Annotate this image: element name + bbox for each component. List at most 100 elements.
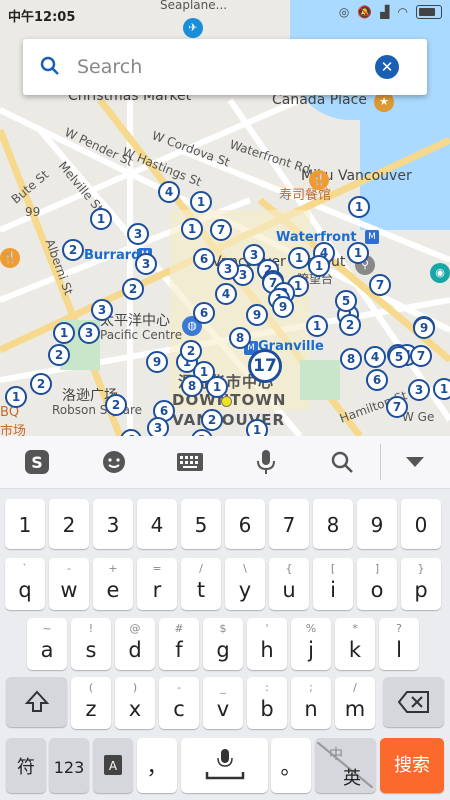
bus-stop-marker[interactable]: 8 (229, 327, 251, 349)
key-a[interactable]: ~ a (27, 618, 67, 670)
bus-stop-marker[interactable]: 8 (181, 375, 203, 397)
key-x[interactable]: ) x (115, 677, 155, 729)
restaurant-icon[interactable]: 🍴 (0, 248, 20, 268)
camera-icon[interactable]: ◉ (430, 263, 450, 283)
bus-stop-marker[interactable]: 1 (190, 191, 212, 213)
bus-stop-marker[interactable]: 8 (340, 348, 362, 370)
bus-stop-marker[interactable]: 3 (408, 379, 430, 401)
key-6[interactable]: 6 (225, 499, 265, 549)
key-1[interactable]: 1 (5, 499, 45, 549)
bus-stop-cluster-marker[interactable]: 17 (248, 349, 282, 383)
key-0[interactable]: 0 (401, 499, 441, 549)
bus-stop-marker[interactable]: 1 (206, 376, 228, 398)
key-7[interactable]: 7 (269, 499, 309, 549)
bus-stop-marker[interactable]: 4 (215, 283, 237, 305)
bus-stop-marker[interactable]: 1 (181, 218, 203, 240)
numbers-key[interactable]: 123 (49, 738, 89, 793)
shift-key[interactable] (6, 677, 67, 727)
key-8[interactable]: 8 (313, 499, 353, 549)
language-switch-key[interactable]: 中 英 (315, 738, 376, 793)
bus-stop-marker[interactable]: 1 (5, 386, 27, 408)
bus-stop-marker[interactable]: 5 (335, 290, 357, 312)
key-l[interactable]: ? l (379, 618, 419, 670)
key-i[interactable]: [i (313, 558, 353, 610)
key-2[interactable]: 2 (49, 499, 89, 549)
comma-key[interactable]: ， (137, 738, 177, 793)
search-input[interactable] (75, 51, 359, 83)
microphone-icon[interactable] (251, 448, 281, 476)
clipboard-key[interactable]: A (93, 738, 133, 793)
bus-stop-marker[interactable]: 3 (217, 258, 239, 280)
bus-stop-marker[interactable]: 1 (288, 247, 310, 269)
bus-stop-marker[interactable]: 1 (308, 255, 330, 277)
bus-stop-marker[interactable]: 3 (147, 417, 169, 436)
backspace-key[interactable] (383, 677, 444, 727)
key-p[interactable]: } p (401, 558, 441, 610)
bus-stop-marker[interactable]: 3 (78, 322, 100, 344)
key-g[interactable]: $ g (203, 618, 243, 670)
bus-stop-marker[interactable]: 6 (193, 302, 215, 324)
bus-stop-marker[interactable]: 3 (135, 253, 157, 275)
bus-stop-marker[interactable]: 5 (388, 346, 410, 368)
restaurant-icon[interactable]: 🍴 (309, 170, 329, 190)
bus-stop-marker[interactable]: 4 (158, 181, 180, 203)
key-u[interactable]: {u (269, 558, 309, 610)
bus-stop-marker[interactable]: 9 (146, 351, 168, 373)
bus-stop-marker[interactable]: 2 (201, 409, 223, 431)
bus-stop-marker[interactable]: 7 (369, 274, 391, 296)
bus-stop-marker[interactable]: 1 (53, 322, 75, 344)
bus-stop-marker[interactable]: 1 (348, 196, 370, 218)
key-w[interactable]: -w (49, 558, 89, 610)
bus-stop-marker[interactable]: 2 (105, 394, 127, 416)
bus-stop-marker[interactable]: 9 (272, 296, 294, 318)
search-bar[interactable]: ✕ (23, 39, 427, 95)
bus-stop-marker[interactable]: 1 (306, 315, 328, 337)
clear-search-button[interactable]: ✕ (375, 55, 399, 79)
bus-stop-marker[interactable]: 2 (339, 314, 361, 336)
collapse-keyboard-icon[interactable] (400, 448, 430, 476)
key-j[interactable]: % j (291, 618, 331, 670)
keyboard-layout-icon[interactable] (175, 448, 205, 476)
bus-stop-marker[interactable]: 1 (433, 378, 450, 400)
bus-stop-marker[interactable]: 7 (210, 219, 232, 241)
emoji-icon[interactable] (99, 448, 129, 476)
bus-stop-marker[interactable]: 3 (91, 299, 113, 321)
key-k[interactable]: * k (335, 618, 375, 670)
bus-stop-marker[interactable]: 2 (48, 344, 70, 366)
key-m[interactable]: / m (335, 677, 375, 729)
sogou-logo-icon[interactable]: S (22, 448, 52, 476)
key-t[interactable]: / t (181, 558, 221, 610)
key-s[interactable]: ! s (71, 618, 111, 670)
key-d[interactable]: @ d (115, 618, 155, 670)
bus-stop-marker[interactable]: 2 (180, 340, 202, 362)
transit-icon[interactable]: M (365, 230, 379, 244)
bus-stop-marker[interactable]: 6 (193, 248, 215, 270)
bus-stop-marker[interactable]: 9 (246, 304, 268, 326)
key-b[interactable]: :b (247, 677, 287, 729)
bus-stop-marker[interactable]: 9 (413, 317, 435, 339)
bus-stop-marker[interactable]: 3 (127, 223, 149, 245)
period-key[interactable]: 。 (271, 738, 311, 793)
search-icon[interactable] (327, 448, 357, 476)
key-q[interactable]: ` q (5, 558, 45, 610)
bus-stop-marker[interactable]: 6 (366, 369, 388, 391)
key-v[interactable]: _ v (203, 677, 243, 729)
bus-stop-marker[interactable]: 2 (30, 373, 52, 395)
symbols-key[interactable]: 符 (6, 738, 46, 793)
bus-stop-marker[interactable]: 1 (347, 242, 369, 264)
space-key[interactable] (181, 738, 268, 793)
bus-stop-marker[interactable]: 2 (122, 278, 144, 300)
bus-stop-marker[interactable]: 4 (364, 346, 386, 368)
key-r[interactable]: = r (137, 558, 177, 610)
landmark-icon[interactable]: ★ (374, 92, 394, 112)
key-n[interactable]: ; n (291, 677, 331, 729)
bus-stop-marker[interactable]: 1 (90, 208, 112, 230)
key-5[interactable]: 5 (181, 499, 221, 549)
bus-stop-marker[interactable]: 7 (386, 396, 408, 418)
key-y[interactable]: \ y (225, 558, 265, 610)
key-e[interactable]: + e (93, 558, 133, 610)
bus-stop-marker[interactable]: 2 (62, 239, 84, 261)
bus-stop-marker[interactable]: 7 (410, 345, 432, 367)
key-h[interactable]: ' h (247, 618, 287, 670)
key-c[interactable]: -c (159, 677, 199, 729)
